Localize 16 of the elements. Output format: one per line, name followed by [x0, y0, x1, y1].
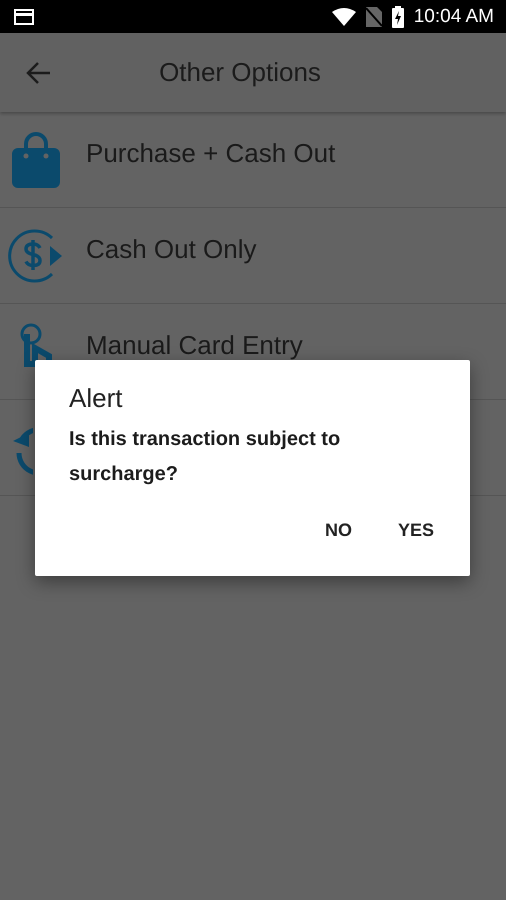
option-label[interactable]: Cash Out Only — [86, 236, 257, 262]
screen-title: Other Options — [158, 57, 322, 88]
dollar-cycle-icon — [8, 228, 64, 284]
dialog-title: Alert — [69, 383, 124, 414]
option-label[interactable]: Manual Card Entry — [86, 332, 303, 358]
shopping-bag-icon — [12, 132, 60, 188]
status-time: 10:04 AM — [414, 6, 494, 28]
dialog-button[interactable]: NO — [316, 514, 360, 547]
no-sim-icon — [366, 6, 382, 26]
wifi-icon — [332, 8, 356, 26]
back-icon[interactable] — [26, 60, 52, 86]
card-icon — [14, 8, 34, 24]
option-label[interactable]: Purchase + Cash Out — [86, 140, 336, 166]
dialog-button[interactable]: YES — [390, 514, 442, 547]
dialog-message: Is this transaction subject to surcharge? — [69, 427, 342, 487]
battery-charging-icon — [392, 6, 404, 28]
